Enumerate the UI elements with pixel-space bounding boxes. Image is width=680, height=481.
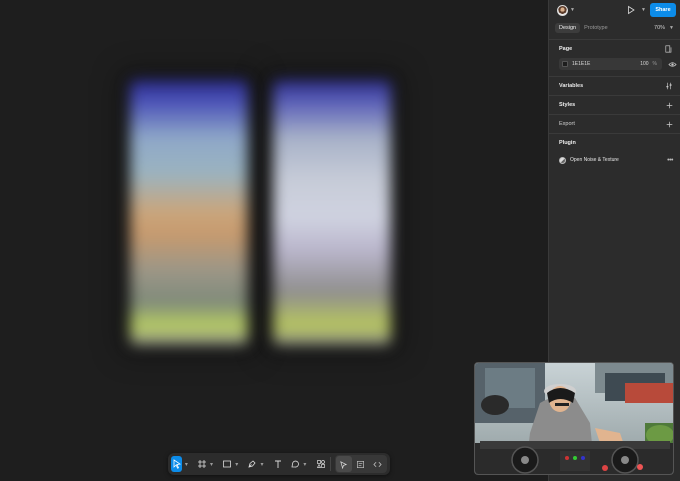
- code-icon: [373, 461, 383, 467]
- inspect-icon: [357, 460, 365, 468]
- plugin-name[interactable]: Open Noise & Texture: [570, 157, 619, 163]
- figma-window: ▾ ▾ ▾ ▾ ▾ ▼ ▼ Share Design Prototype 70%…: [0, 0, 680, 481]
- background-color-field[interactable]: 1E1E1E 100 %: [559, 58, 662, 70]
- components-icon: [316, 460, 325, 468]
- chevron-down-icon[interactable]: ▼: [641, 7, 646, 13]
- chevron-down-icon[interactable]: ▼: [669, 25, 674, 31]
- share-button[interactable]: Share: [650, 3, 676, 17]
- cursor-icon: [173, 459, 181, 469]
- plugin-item[interactable]: Open Noise & Texture •••: [559, 154, 673, 166]
- visibility-toggle[interactable]: [668, 60, 677, 69]
- speech-bubble-icon: [291, 460, 300, 468]
- variables-title: Variables: [559, 83, 584, 89]
- zoom-level[interactable]: 70%: [654, 25, 665, 31]
- export-title: Export: [559, 121, 575, 127]
- export-section: Export: [549, 114, 680, 133]
- design-frame-2[interactable]: [273, 80, 391, 345]
- page-section: Page 1E1E1E 100 %: [549, 39, 680, 76]
- chevron-down-icon[interactable]: ▾: [234, 456, 240, 472]
- section-header: Export: [559, 115, 673, 133]
- color-swatch[interactable]: [562, 61, 568, 67]
- text-tool-button[interactable]: [272, 456, 283, 472]
- design-mode-icon: [340, 460, 348, 469]
- layout-settings-button[interactable]: [665, 45, 673, 53]
- webcam-image: [475, 363, 673, 474]
- code-mode-button[interactable]: [370, 456, 386, 472]
- canvas[interactable]: ▾ ▾ ▾ ▾ ▾: [0, 0, 548, 481]
- chevron-down-icon[interactable]: ▾: [302, 456, 308, 472]
- pen-icon: [248, 460, 256, 468]
- variables-section: Variables: [549, 76, 680, 95]
- plugin-logo-icon: [559, 156, 566, 164]
- chevron-down-icon[interactable]: ▾: [209, 456, 215, 472]
- avatar[interactable]: [557, 4, 568, 16]
- frame-icon: [197, 460, 206, 468]
- page-section-title: Page: [559, 46, 573, 52]
- toolbar-divider: [330, 457, 331, 471]
- webcam-video-overlay[interactable]: [474, 362, 674, 475]
- section-header: Plugin: [559, 134, 673, 152]
- section-header: Variables: [559, 77, 673, 95]
- bottom-toolbar: ▾ ▾ ▾ ▾ ▾: [168, 453, 390, 475]
- styles-section: Styles: [549, 95, 680, 114]
- styles-title: Styles: [559, 102, 576, 108]
- variables-settings-button[interactable]: [665, 82, 673, 90]
- present-button[interactable]: [626, 5, 636, 15]
- text-icon: [274, 460, 281, 468]
- actions-tool-button[interactable]: [315, 456, 326, 472]
- background-opacity[interactable]: 100: [640, 61, 648, 67]
- plus-icon: [666, 121, 673, 127]
- panel-tabs: Design Prototype 70% ▼: [549, 21, 680, 34]
- design-mode-button[interactable]: [335, 456, 352, 472]
- play-icon: [628, 5, 635, 15]
- page-background-row: 1E1E1E 100 %: [559, 58, 677, 76]
- tab-design[interactable]: Design: [555, 22, 581, 33]
- tab-prototype[interactable]: Prototype: [580, 23, 612, 33]
- pen-tool-button[interactable]: [247, 456, 258, 472]
- design-frame-1[interactable]: [130, 80, 248, 345]
- rectangle-tool-button[interactable]: [221, 456, 232, 472]
- shape-tool-button[interactable]: [290, 456, 301, 472]
- panel-topbar: ▼ ▼ Share: [549, 0, 680, 20]
- rectangle-icon: [223, 460, 232, 468]
- opacity-unit: %: [652, 61, 657, 67]
- plugin-section: Plugin Open Noise & Texture •••: [549, 133, 680, 166]
- background-hex[interactable]: 1E1E1E: [572, 61, 590, 67]
- sliders-icon: [666, 82, 672, 90]
- plugin-title: Plugin: [559, 140, 576, 146]
- move-tool-button[interactable]: [171, 456, 183, 472]
- dev-mode-button[interactable]: [353, 456, 369, 472]
- add-export-button[interactable]: [666, 121, 673, 128]
- section-header: Styles: [559, 96, 673, 114]
- layout-icon: [665, 45, 672, 53]
- add-style-button[interactable]: [666, 102, 673, 109]
- section-header: Page: [559, 40, 673, 58]
- eye-icon: [668, 61, 677, 67]
- frame-tool-button[interactable]: [196, 456, 207, 472]
- more-options-icon[interactable]: •••: [667, 157, 673, 164]
- plus-icon: [666, 102, 673, 108]
- mode-switcher: [334, 455, 387, 473]
- chevron-down-icon[interactable]: ▼: [570, 7, 575, 13]
- chevron-down-icon[interactable]: ▾: [183, 456, 189, 472]
- chevron-down-icon[interactable]: ▾: [259, 456, 265, 472]
